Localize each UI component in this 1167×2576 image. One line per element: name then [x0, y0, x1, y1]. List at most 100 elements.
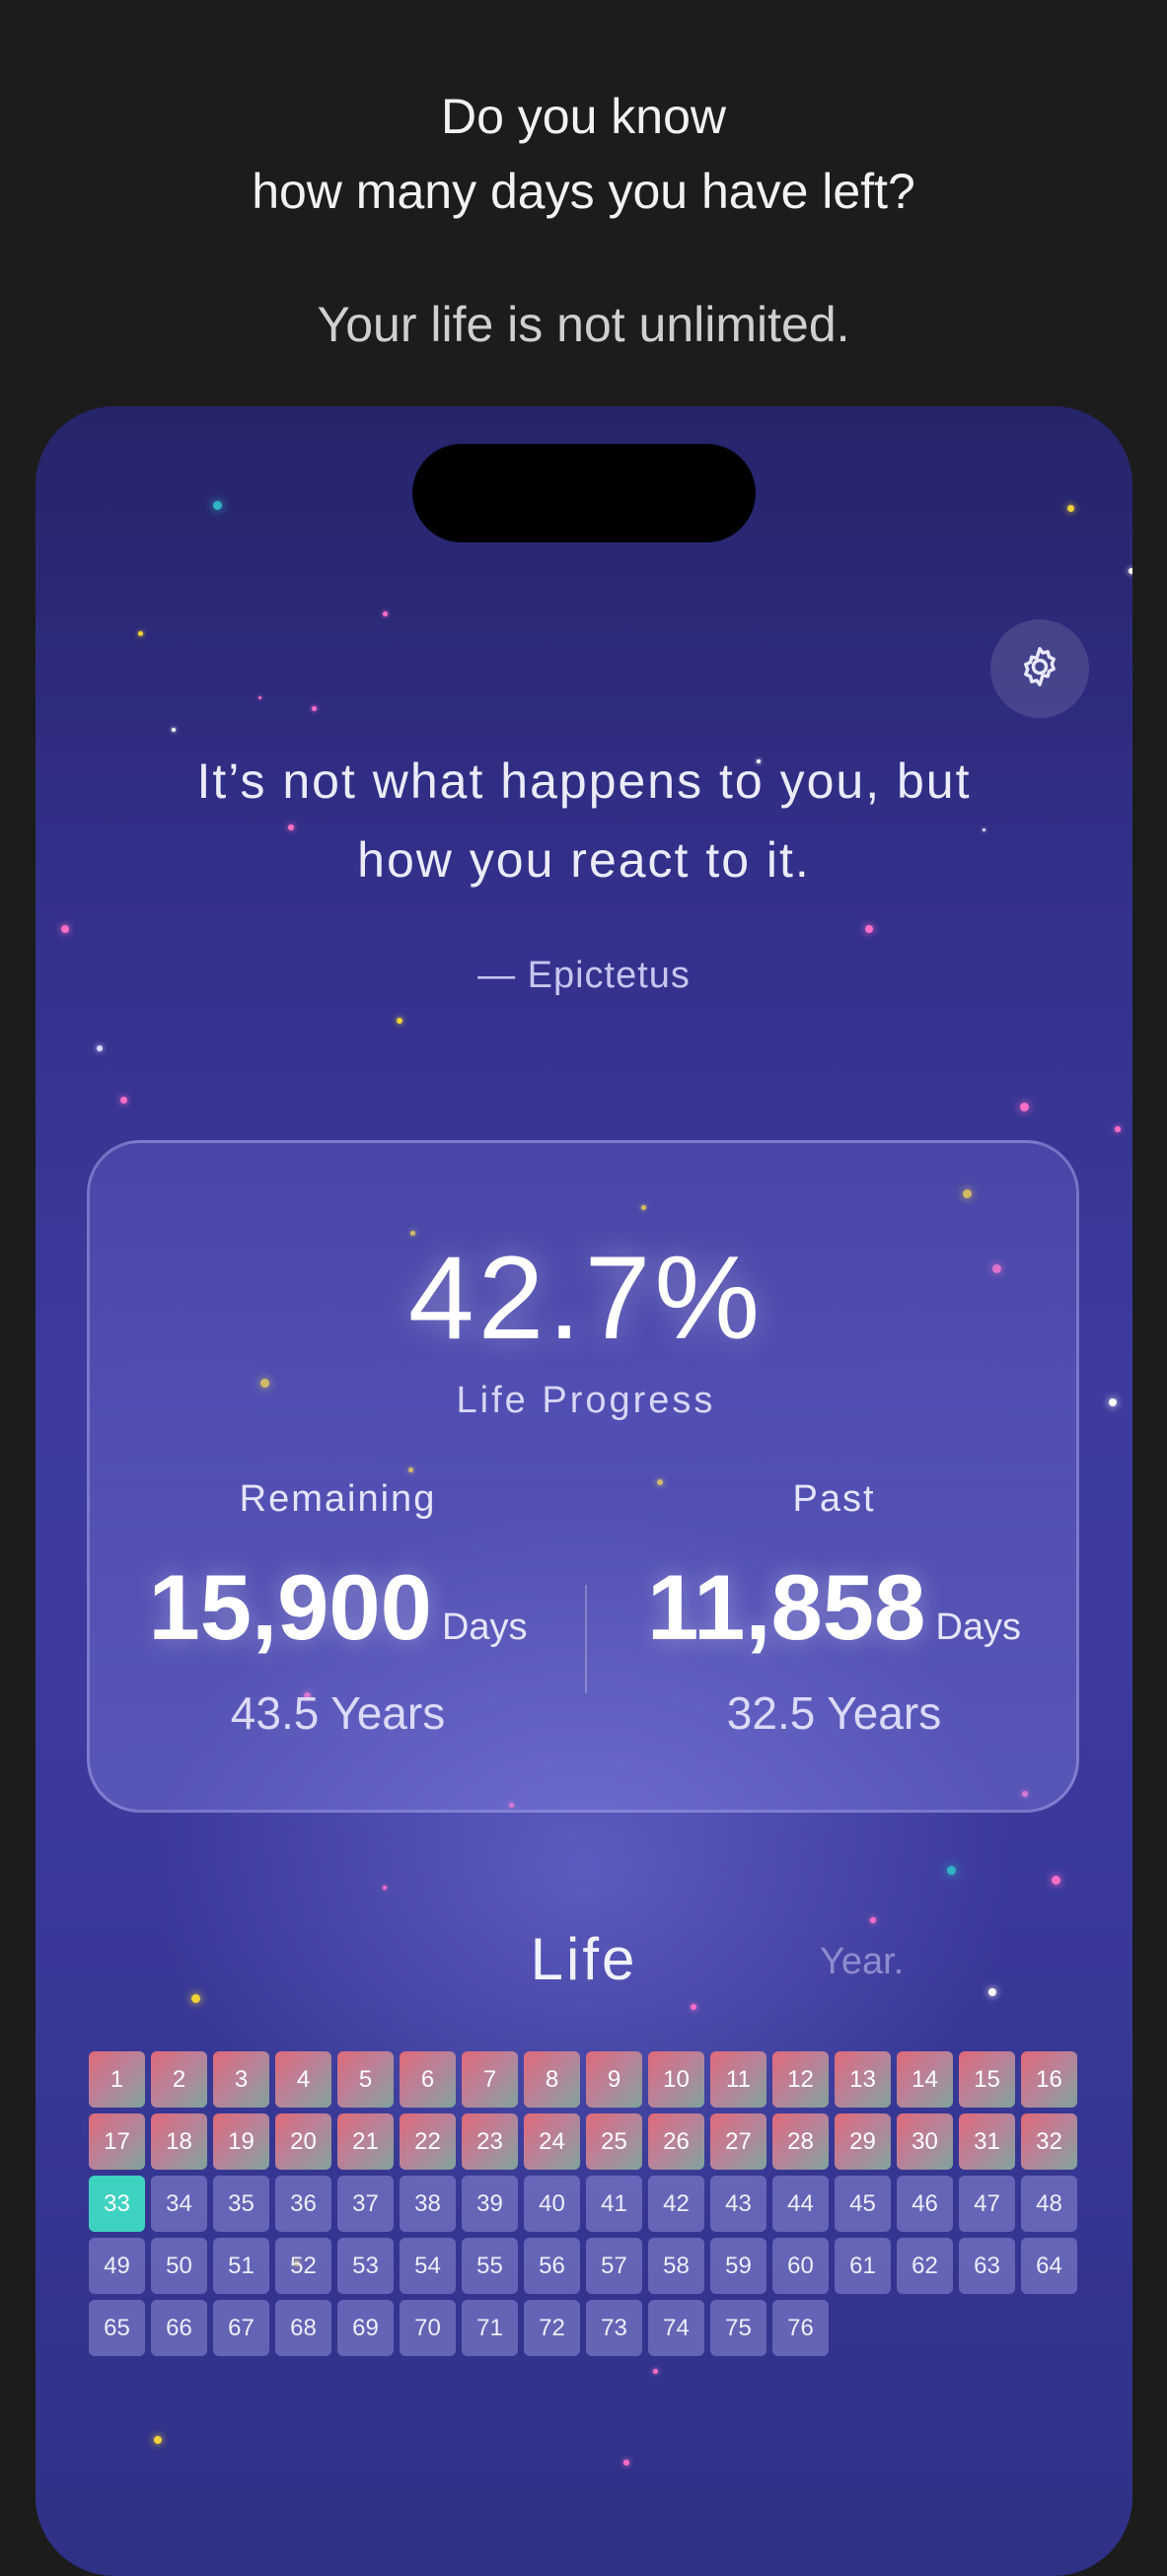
- year-cell: 11: [710, 2051, 766, 2108]
- year-cell: 73: [586, 2300, 642, 2356]
- year-cell: 9: [586, 2051, 642, 2108]
- year-cell: 19: [213, 2113, 269, 2170]
- year-cell: 7: [462, 2051, 518, 2108]
- year-cell: 43: [710, 2176, 766, 2232]
- dynamic-island: [412, 444, 756, 542]
- year-cell: 21: [337, 2113, 394, 2170]
- star-dot: [1052, 1876, 1060, 1885]
- star-dot: [97, 1045, 103, 1051]
- star-dot: [191, 1994, 200, 2003]
- year-cell: 23: [462, 2113, 518, 2170]
- year-cell: 24: [524, 2113, 580, 2170]
- year-cell: 46: [897, 2176, 953, 2232]
- remaining-title: Remaining: [239, 1478, 437, 1520]
- star-dot: [383, 611, 388, 616]
- year-cell: 42: [648, 2176, 704, 2232]
- year-cell: 17: [89, 2113, 145, 2170]
- star-dot: [312, 706, 317, 711]
- year-cell: 61: [835, 2238, 891, 2294]
- year-cell: 57: [586, 2238, 642, 2294]
- quote-line2: how you react to it.: [357, 832, 811, 888]
- year-cell: 41: [586, 2176, 642, 2232]
- promo-subline: Your life is not unlimited.: [317, 297, 850, 352]
- life-progress-percent: 42.7%: [407, 1232, 765, 1364]
- year-cell: 20: [275, 2113, 331, 2170]
- year-cell: 59: [710, 2238, 766, 2294]
- year-cell: 52: [275, 2238, 331, 2294]
- year-cell: 36: [275, 2176, 331, 2232]
- year-cell: 49: [89, 2238, 145, 2294]
- promo-headline-line1: Do you know: [440, 89, 727, 144]
- year-cell: 10: [648, 2051, 704, 2108]
- star-dot: [1020, 1103, 1029, 1111]
- year-cell: 65: [89, 2300, 145, 2356]
- year-cell-current: 33: [89, 2176, 145, 2232]
- year-cell: 6: [400, 2051, 456, 2108]
- star-dot: [870, 1917, 876, 1923]
- year-cell: 67: [213, 2300, 269, 2356]
- past-days: 11,858 Days: [586, 1554, 1082, 1661]
- year-cell: 16: [1021, 2051, 1077, 2108]
- past-title: Past: [792, 1478, 876, 1520]
- past-years: 32.5 Years: [726, 1687, 942, 1739]
- year-cell: 39: [462, 2176, 518, 2232]
- year-cell: 60: [772, 2238, 829, 2294]
- year-cell: 74: [648, 2300, 704, 2356]
- star-dot: [213, 501, 222, 510]
- year-cell: 27: [710, 2113, 766, 2170]
- remaining-days-unit: Days: [441, 1607, 528, 1648]
- year-cell: 75: [710, 2300, 766, 2356]
- star-dot: [691, 2004, 696, 2010]
- star-dot: [947, 1866, 956, 1875]
- past-days-unit: Days: [935, 1607, 1021, 1648]
- quote-author: — Epictetus: [477, 955, 691, 996]
- remaining-days: 15,900 Days: [90, 1554, 586, 1661]
- year-cell: 35: [213, 2176, 269, 2232]
- star-dot: [154, 2436, 162, 2444]
- star-dot: [1115, 1126, 1121, 1132]
- promo-headline: Do you know how many days you have left?: [0, 79, 1167, 229]
- year-cell: 72: [524, 2300, 580, 2356]
- year-cell: 47: [959, 2176, 1015, 2232]
- year-cell: 2: [151, 2051, 207, 2108]
- star-dot: [138, 631, 143, 636]
- year-cell: 1: [89, 2051, 145, 2108]
- settings-button[interactable]: [990, 619, 1089, 718]
- life-progress-card: 42.7% Life Progress Remaining 15,900 Days…: [87, 1140, 1079, 1813]
- year-cell: 31: [959, 2113, 1015, 2170]
- year-cell: 68: [275, 2300, 331, 2356]
- year-cell: 22: [400, 2113, 456, 2170]
- star-dot: [1067, 505, 1074, 512]
- year-cell: 25: [586, 2113, 642, 2170]
- year-cell: 40: [524, 2176, 580, 2232]
- year-cell: 3: [213, 2051, 269, 2108]
- year-view-tab[interactable]: Year.: [820, 1941, 904, 1983]
- year-cell: 58: [648, 2238, 704, 2294]
- quote-text: It’s not what happens to you, but how yo…: [36, 742, 1132, 899]
- year-cell: 5: [337, 2051, 394, 2108]
- year-cell: 12: [772, 2051, 829, 2108]
- life-progress-label: Life Progress: [456, 1380, 716, 1421]
- life-grid-title: Life: [530, 1926, 638, 1992]
- year-cell: 29: [835, 2113, 891, 2170]
- star-dot: [172, 728, 176, 732]
- year-cell: 64: [1021, 2238, 1077, 2294]
- year-cell: 45: [835, 2176, 891, 2232]
- star-dot: [61, 925, 69, 933]
- phone-screen: It’s not what happens to you, but how yo…: [36, 406, 1132, 2576]
- year-cell: 62: [897, 2238, 953, 2294]
- year-cell: 30: [897, 2113, 953, 2170]
- year-cell: 8: [524, 2051, 580, 2108]
- star-dot: [383, 1886, 387, 1890]
- star-dot: [865, 925, 873, 933]
- promo-headline-line2: how many days you have left?: [252, 164, 915, 219]
- year-cell: 66: [151, 2300, 207, 2356]
- star-dot: [623, 2460, 629, 2466]
- year-cell: 15: [959, 2051, 1015, 2108]
- remaining-days-value: 15,900: [148, 1555, 432, 1659]
- star-dot: [1109, 1398, 1117, 1406]
- quote-line1: It’s not what happens to you, but: [196, 753, 972, 809]
- star-dot: [120, 1097, 127, 1104]
- year-cell: 38: [400, 2176, 456, 2232]
- year-cell: 44: [772, 2176, 829, 2232]
